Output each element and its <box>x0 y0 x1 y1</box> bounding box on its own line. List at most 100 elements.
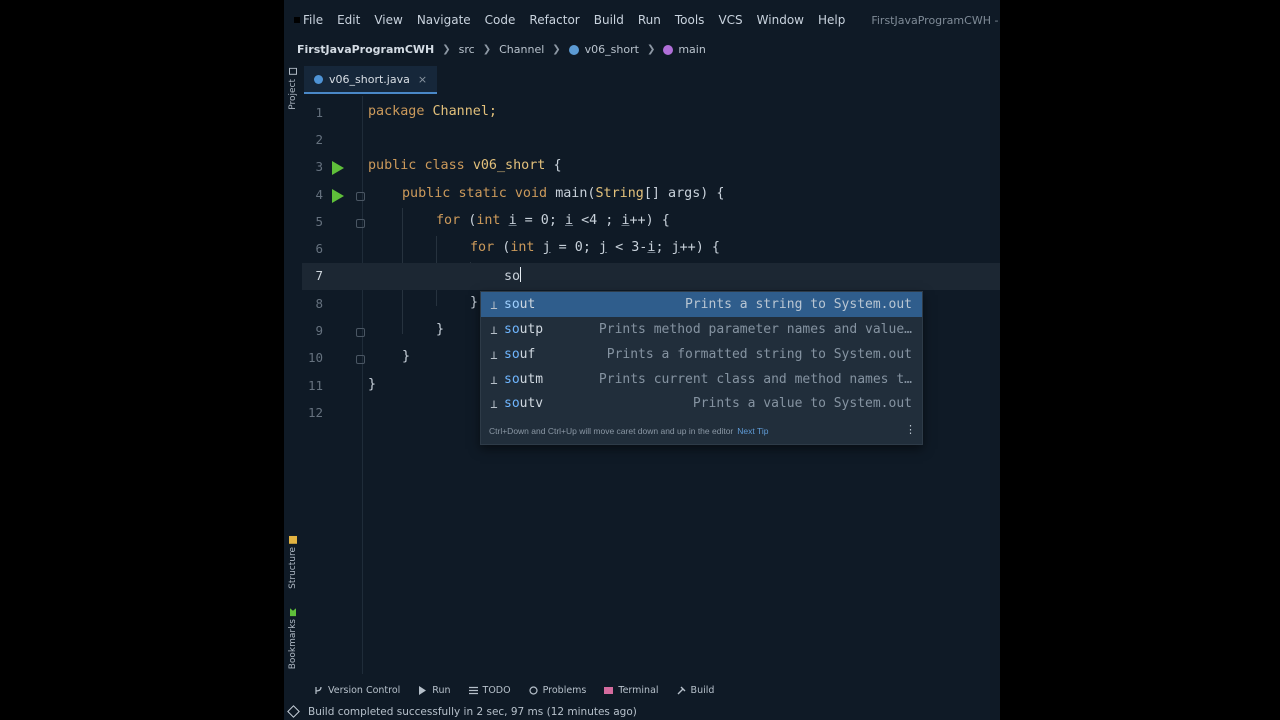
code-line: 1 package Channel; <box>302 100 1000 127</box>
class-icon <box>568 45 579 55</box>
breadcrumb: FirstJavaProgramCWH ❯ src ❯ Channel ❯ v0… <box>297 38 706 60</box>
line-number: 4 <box>315 187 323 202</box>
line-number: 11 <box>307 378 323 393</box>
chevron-right-icon: ❯ <box>646 43 656 55</box>
version-control-tab[interactable]: Version Control <box>314 685 400 696</box>
code-text: } <box>402 349 411 364</box>
line-number: 10 <box>307 350 323 365</box>
completion-item-souf[interactable]: ⊥ souf Prints a formatted string to Syst… <box>481 342 922 367</box>
completion-item-soutp[interactable]: ⊥ soutp Prints method parameter names an… <box>481 317 922 342</box>
structure-icon <box>289 536 297 544</box>
code-text: for (int j = 0; j < 3-i; j++) { <box>470 240 720 255</box>
next-tip-link[interactable]: Next Tip <box>737 426 768 436</box>
live-template-icon: ⊥ <box>490 372 498 387</box>
live-template-icon: ⊥ <box>490 347 498 362</box>
menu-file[interactable]: File <box>303 13 323 27</box>
editor-tab-row: v06_short.java × <box>302 66 1000 94</box>
chevron-right-icon: ❯ <box>552 43 561 55</box>
build-status-icon <box>287 705 300 718</box>
code-text: public static void main(String[] args) { <box>402 186 725 201</box>
menu-refactor[interactable]: Refactor <box>529 13 579 27</box>
play-icon <box>419 685 427 695</box>
structure-tool-tab[interactable]: Structure <box>286 536 300 589</box>
problems-icon <box>528 685 538 695</box>
completion-item-soutv[interactable]: ⊥ soutv Prints a value to System.out <box>481 391 922 416</box>
folder-icon <box>289 68 297 75</box>
breadcrumb-package[interactable]: Channel <box>499 43 544 56</box>
menu-edit[interactable]: Edit <box>337 13 360 27</box>
terminal-icon <box>604 686 614 694</box>
fold-marker-icon[interactable] <box>356 219 365 228</box>
window-title: FirstJavaProgramCWH - v06_short.java <box>871 13 1000 27</box>
code-completion-popup: ⊥ sout Prints a string to System.out ⊥ s… <box>480 291 923 445</box>
breadcrumb-src[interactable]: src <box>459 43 475 56</box>
code-line: 5 for (int i = 0; i <4 ; i++) { <box>302 209 1000 236</box>
tab-label: v06_short.java <box>329 72 410 86</box>
todo-tab[interactable]: TODO <box>468 685 511 696</box>
code-line: 2 <box>302 127 1000 154</box>
structure-tab-label: Structure <box>288 547 298 589</box>
run-gutter-icon[interactable] <box>332 189 344 203</box>
more-options-icon[interactable]: ⋮ <box>905 423 916 436</box>
menu-vcs[interactable]: VCS <box>718 13 742 27</box>
menu-code[interactable]: Code <box>485 13 516 27</box>
menu-help[interactable]: Help <box>818 13 845 27</box>
list-icon <box>468 686 478 694</box>
line-number: 2 <box>315 132 323 147</box>
bookmark-icon <box>290 608 296 616</box>
code-line: 4 public static void main(String[] args)… <box>302 182 1000 209</box>
line-number: 6 <box>315 241 323 256</box>
project-tool-tab[interactable]: Project <box>286 68 300 110</box>
menu-navigate[interactable]: Navigate <box>417 13 471 27</box>
code-text: package Channel; <box>368 104 497 119</box>
status-message[interactable]: Build completed successfully in 2 sec, 9… <box>308 706 637 718</box>
breadcrumb-method[interactable]: main <box>678 43 705 56</box>
run-gutter-icon[interactable] <box>332 161 344 175</box>
menu-view[interactable]: View <box>374 13 402 27</box>
menu-run[interactable]: Run <box>638 13 661 27</box>
line-number: 7 <box>315 268 323 283</box>
fold-marker-icon[interactable] <box>356 355 365 364</box>
breadcrumb-project[interactable]: FirstJavaProgramCWH <box>297 43 434 56</box>
menu-build[interactable]: Build <box>594 13 624 27</box>
branch-icon <box>315 686 322 694</box>
completion-tip: Ctrl+Down and Ctrl+Up will move caret do… <box>489 426 769 436</box>
status-bar: Build completed successfully in 2 sec, 9… <box>284 703 1000 720</box>
tool-window-bar: Version Control Run TODO Problems Termin… <box>284 680 1000 700</box>
code-text: public class v06_short { <box>368 158 562 173</box>
live-template-icon: ⊥ <box>490 297 498 312</box>
menu-bar: File Edit View Navigate Code Refactor Bu… <box>284 8 1000 32</box>
menu-window[interactable]: Window <box>757 13 804 27</box>
completion-item-soutm[interactable]: ⊥ soutm Prints current class and method … <box>481 367 922 392</box>
code-text: } <box>436 322 445 337</box>
line-number: 12 <box>307 405 323 420</box>
close-icon[interactable]: × <box>418 73 427 86</box>
chevron-right-icon: ❯ <box>482 43 492 55</box>
left-tool-strip: Project Structure Bookmarks <box>284 62 302 678</box>
code-text: for (int i = 0; i <4 ; i++) { <box>436 213 670 228</box>
fold-marker-icon[interactable] <box>356 328 365 337</box>
line-number: 3 <box>315 159 323 174</box>
live-template-icon: ⊥ <box>490 322 498 337</box>
menu-tools[interactable]: Tools <box>675 13 705 27</box>
hammer-icon <box>677 686 686 694</box>
code-line: 6 for (int j = 0; j < 3-i; j++) { <box>302 236 1000 263</box>
line-number: 8 <box>315 296 323 311</box>
code-text: } <box>470 295 479 310</box>
run-tab[interactable]: Run <box>418 685 451 696</box>
code-line: 3 public class v06_short { <box>302 154 1000 181</box>
breadcrumb-class[interactable]: v06_short <box>585 43 639 56</box>
code-line-current: 7 so <box>302 263 1000 290</box>
tab-v06-short-java[interactable]: v06_short.java × <box>304 66 438 94</box>
build-tab[interactable]: Build <box>677 685 714 696</box>
code-text[interactable]: so <box>504 267 522 284</box>
fold-marker-icon[interactable] <box>356 192 365 201</box>
bookmarks-tool-tab[interactable]: Bookmarks <box>286 608 300 669</box>
completion-item-sout[interactable]: ⊥ sout Prints a string to System.out <box>481 292 922 317</box>
terminal-tab[interactable]: Terminal <box>604 685 659 696</box>
project-tab-label: Project <box>288 79 298 110</box>
line-number: 5 <box>315 214 323 229</box>
java-class-icon <box>314 74 323 84</box>
method-icon <box>663 45 674 55</box>
problems-tab[interactable]: Problems <box>528 685 586 696</box>
